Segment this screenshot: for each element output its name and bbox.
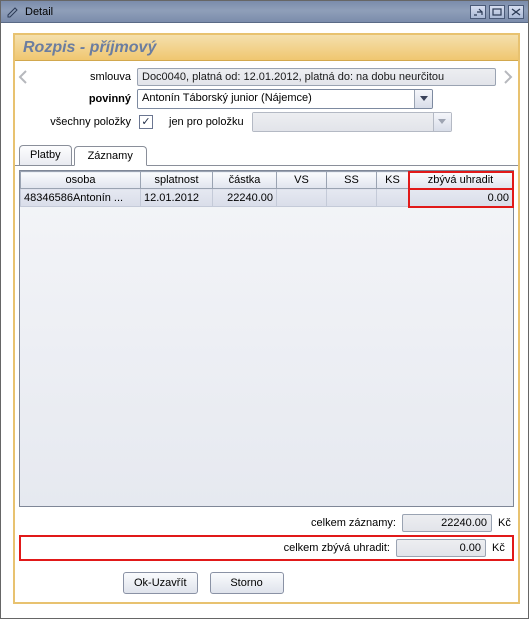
label-total-zbyva: celkem zbývá uhradit: [284,542,390,554]
records-grid[interactable]: osoba splatnost částka VS SS KS zbývá uh… [19,170,514,507]
window-title: Detail [25,6,467,18]
ok-close-button[interactable]: Ok-Uzavřít [123,572,198,594]
prev-record-button[interactable] [17,67,29,87]
close-button[interactable] [508,5,524,19]
panel: Rozpis - příjmový smlouva Doc0040, platn… [13,33,520,604]
cell-osoba: 48346586Antonín ... [21,189,141,207]
label-povinny: povinný [15,93,137,105]
cell-zbyva: 0.00 [409,189,513,207]
cell-vs [277,189,327,207]
value-total-zbyva: 0.00 [396,539,486,557]
col-castka[interactable]: částka [213,172,277,189]
field-smlouva: Doc0040, platná od: 12.01.2012, platná d… [137,68,496,86]
combo-povinny-text: Antonín Táborský junior (Nájemce) [138,90,414,108]
col-splatnost[interactable]: splatnost [141,172,213,189]
unit-total-zbyva: Kč [492,542,508,554]
edit-icon [5,4,21,20]
cell-splatnost: 12.01.2012 [141,189,213,207]
cell-castka: 22240.00 [213,189,277,207]
combo-jenpro-text [253,113,433,131]
tab-platby[interactable]: Platby [19,145,72,165]
storno-button[interactable]: Storno [210,572,284,594]
combo-povinny[interactable]: Antonín Táborský junior (Nájemce) [137,89,433,109]
next-record-button[interactable] [502,67,514,87]
check-icon: ✓ [141,117,150,128]
chevron-down-icon[interactable] [433,113,451,131]
row-filters: všechny položky ✓ jen pro položku [15,112,496,132]
table-row[interactable]: 48346586Antonín ... 12.01.2012 22240.00 … [21,189,513,207]
total-zaznamy-row: celkem záznamy: 22240.00 Kč [19,514,514,532]
label-smlouva: smlouva [15,71,137,83]
value-total-zaznamy: 22240.00 [402,514,492,532]
combo-jenpro[interactable] [252,112,452,132]
titlebar: Detail [1,1,528,23]
label-vsechny: všechny položky [15,116,137,128]
cell-ss [327,189,377,207]
header-strip: Rozpis - příjmový [15,35,518,61]
tabs: Platby Záznamy [15,145,518,166]
col-ss[interactable]: SS [327,172,377,189]
detail-window: Detail Rozpis - příjmový smlouva Doc0040… [0,0,529,619]
tab-content: osoba splatnost částka VS SS KS zbývá uh… [15,166,518,602]
form-area: smlouva Doc0040, platná od: 12.01.2012, … [15,61,518,141]
label-total-zaznamy: celkem záznamy: [311,517,396,529]
minimize-restore-button[interactable] [470,5,486,19]
label-jenpro: jen pro položku [169,116,244,128]
col-vs[interactable]: VS [277,172,327,189]
col-ks[interactable]: KS [377,172,409,189]
unit-total-zaznamy: Kč [498,517,514,529]
checkbox-vsechny[interactable]: ✓ [139,115,153,129]
chevron-down-icon[interactable] [414,90,432,108]
button-row: Ok-Uzavřít Storno [19,566,514,598]
col-osoba[interactable]: osoba [21,172,141,189]
grid-header-row: osoba splatnost částka VS SS KS zbývá uh… [21,172,513,189]
cell-ks [377,189,409,207]
total-zbyva-row: celkem zbývá uhradit: 0.00 Kč [19,535,514,561]
row-smlouva: smlouva Doc0040, platná od: 12.01.2012, … [15,68,496,86]
page-title: Rozpis - příjmový [23,39,156,57]
totals: celkem záznamy: 22240.00 Kč celkem zbývá… [19,507,514,566]
row-povinny: povinný Antonín Táborský junior (Nájemce… [15,89,496,109]
col-zbyva[interactable]: zbývá uhradit [409,172,513,189]
tab-zaznamy[interactable]: Záznamy [74,146,147,166]
maximize-button[interactable] [489,5,505,19]
